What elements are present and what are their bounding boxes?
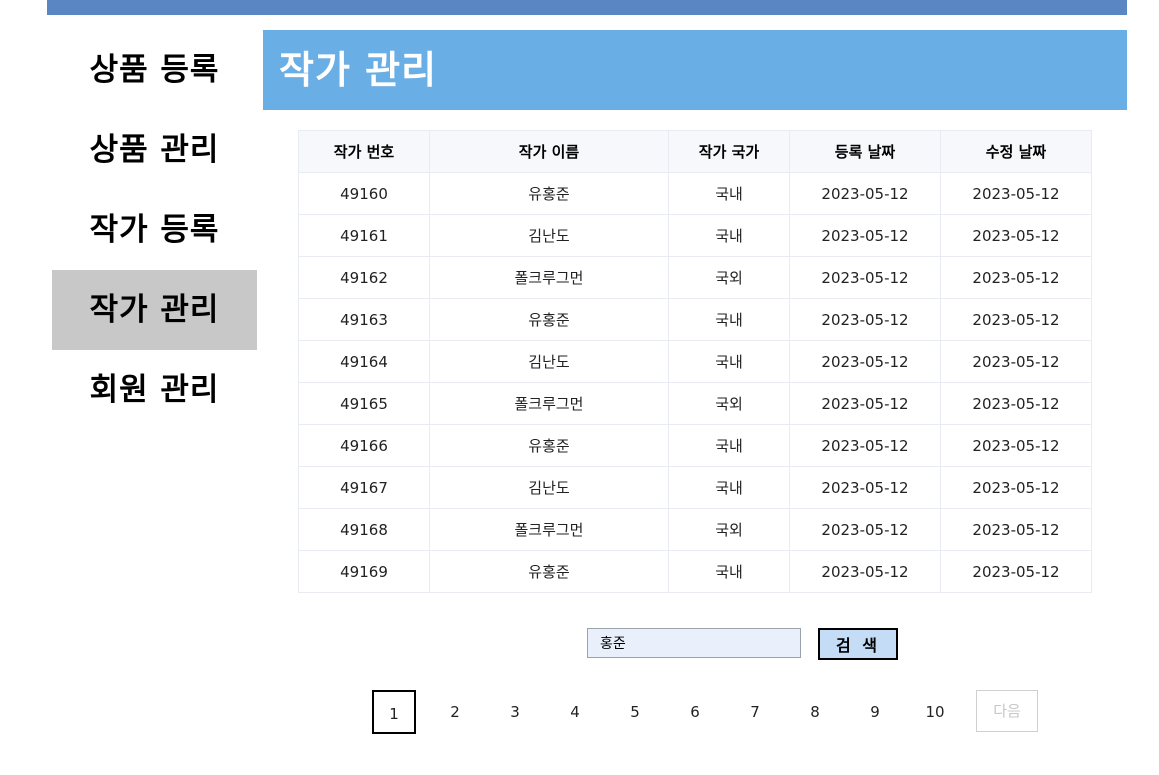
table-header-row: 작가 번호 작가 이름 작가 국가 등록 날짜 수정 날짜 — [298, 130, 1092, 173]
page-button-8[interactable]: 8 — [793, 690, 837, 734]
cell-author-name: 폴크루그먼 — [429, 256, 669, 299]
cell-registered-date: 2023-05-12 — [789, 214, 941, 257]
column-header-modified-date: 수정 날짜 — [940, 130, 1092, 173]
column-header-registered-date: 등록 날짜 — [789, 130, 941, 173]
sidebar-item-product-register[interactable]: 상품 등록 — [52, 30, 257, 110]
cell-author-id: 49161 — [298, 214, 430, 257]
cell-author-country: 국내 — [668, 172, 790, 215]
sidebar-item-author-manage[interactable]: 작가 관리 — [52, 270, 257, 350]
page-button-5[interactable]: 5 — [613, 690, 657, 734]
page-button-2[interactable]: 2 — [433, 690, 477, 734]
cell-author-id: 49160 — [298, 172, 430, 215]
table-row[interactable]: 49163 유홍준 국내 2023-05-12 2023-05-12 — [298, 298, 1092, 341]
cell-modified-date: 2023-05-12 — [940, 550, 1092, 593]
cell-author-country: 국내 — [668, 214, 790, 257]
table-row[interactable]: 49165 폴크루그먼 국외 2023-05-12 2023-05-12 — [298, 382, 1092, 425]
cell-author-name: 김난도 — [429, 214, 669, 257]
page-header: 작가 관리 — [263, 30, 1127, 110]
page-button-10[interactable]: 10 — [913, 690, 957, 734]
cell-registered-date: 2023-05-12 — [789, 424, 941, 467]
cell-registered-date: 2023-05-12 — [789, 340, 941, 383]
cell-author-name: 김난도 — [429, 340, 669, 383]
page-button-6[interactable]: 6 — [673, 690, 717, 734]
cell-author-name: 폴크루그먼 — [429, 382, 669, 425]
table-row[interactable]: 49160 유홍준 국내 2023-05-12 2023-05-12 — [298, 172, 1092, 215]
page-button-7[interactable]: 7 — [733, 690, 777, 734]
table-row[interactable]: 49161 김난도 국내 2023-05-12 2023-05-12 — [298, 214, 1092, 257]
cell-author-name: 유홍준 — [429, 424, 669, 467]
table-row[interactable]: 49168 폴크루그먼 국외 2023-05-12 2023-05-12 — [298, 508, 1092, 551]
table-row[interactable]: 49167 김난도 국내 2023-05-12 2023-05-12 — [298, 466, 1092, 509]
cell-author-country: 국내 — [668, 340, 790, 383]
table-row[interactable]: 49164 김난도 국내 2023-05-12 2023-05-12 — [298, 340, 1092, 383]
cell-author-country: 국내 — [668, 298, 790, 341]
cell-modified-date: 2023-05-12 — [940, 466, 1092, 509]
cell-modified-date: 2023-05-12 — [940, 382, 1092, 425]
cell-modified-date: 2023-05-12 — [940, 508, 1092, 551]
sidebar: 상품 등록 상품 관리 작가 등록 작가 관리 회원 관리 — [52, 30, 257, 430]
cell-author-country: 국내 — [668, 550, 790, 593]
cell-registered-date: 2023-05-12 — [789, 256, 941, 299]
author-table-container: 작가 번호 작가 이름 작가 국가 등록 날짜 수정 날짜 49160 유홍준 국내… — [298, 130, 1092, 593]
column-header-author-name: 작가 이름 — [429, 130, 669, 173]
sidebar-item-author-register[interactable]: 작가 등록 — [52, 190, 257, 270]
cell-author-name: 유홍준 — [429, 550, 669, 593]
cell-author-name: 유홍준 — [429, 298, 669, 341]
cell-modified-date: 2023-05-12 — [940, 298, 1092, 341]
cell-modified-date: 2023-05-12 — [940, 424, 1092, 467]
cell-modified-date: 2023-05-12 — [940, 172, 1092, 215]
page-button-4[interactable]: 4 — [553, 690, 597, 734]
cell-author-id: 49164 — [298, 340, 430, 383]
cell-author-id: 49166 — [298, 424, 430, 467]
cell-author-country: 국내 — [668, 424, 790, 467]
cell-author-name: 유홍준 — [429, 172, 669, 215]
page-title: 작가 관리 — [279, 48, 438, 92]
cell-modified-date: 2023-05-12 — [940, 214, 1092, 257]
cell-registered-date: 2023-05-12 — [789, 466, 941, 509]
cell-registered-date: 2023-05-12 — [789, 172, 941, 215]
table-body: 49160 유홍준 국내 2023-05-12 2023-05-12 49161 김난도 국내… — [298, 172, 1092, 593]
search-input[interactable] — [587, 628, 801, 658]
cell-registered-date: 2023-05-12 — [789, 382, 941, 425]
page-button-3[interactable]: 3 — [493, 690, 537, 734]
cell-author-id: 49167 — [298, 466, 430, 509]
table-row[interactable]: 49166 유홍준 국내 2023-05-12 2023-05-12 — [298, 424, 1092, 467]
cell-author-id: 49168 — [298, 508, 430, 551]
cell-author-id: 49162 — [298, 256, 430, 299]
cell-modified-date: 2023-05-12 — [940, 256, 1092, 299]
table-row[interactable]: 49169 유홍준 국내 2023-05-12 2023-05-12 — [298, 550, 1092, 593]
cell-author-id: 49165 — [298, 382, 430, 425]
top-accent-bar — [47, 0, 1127, 15]
cell-author-country: 국외 — [668, 382, 790, 425]
sidebar-item-member-manage[interactable]: 회원 관리 — [52, 350, 257, 430]
cell-author-id: 49163 — [298, 298, 430, 341]
cell-author-id: 49169 — [298, 550, 430, 593]
cell-author-country: 국외 — [668, 508, 790, 551]
search-button[interactable]: 검 색 — [818, 628, 898, 660]
column-header-author-id: 작가 번호 — [298, 130, 430, 173]
cell-author-country: 국내 — [668, 466, 790, 509]
author-table: 작가 번호 작가 이름 작가 국가 등록 날짜 수정 날짜 49160 유홍준 국내… — [298, 130, 1092, 593]
cell-author-country: 국외 — [668, 256, 790, 299]
cell-registered-date: 2023-05-12 — [789, 298, 941, 341]
sidebar-item-product-manage[interactable]: 상품 관리 — [52, 110, 257, 190]
cell-modified-date: 2023-05-12 — [940, 340, 1092, 383]
cell-author-name: 폴크루그먼 — [429, 508, 669, 551]
next-page-button[interactable]: 다음 — [976, 690, 1038, 732]
cell-registered-date: 2023-05-12 — [789, 508, 941, 551]
table-row[interactable]: 49162 폴크루그먼 국외 2023-05-12 2023-05-12 — [298, 256, 1092, 299]
column-header-author-country: 작가 국가 — [668, 130, 790, 173]
cell-registered-date: 2023-05-12 — [789, 550, 941, 593]
cell-author-name: 김난도 — [429, 466, 669, 509]
page-button-1[interactable]: 1 — [372, 690, 416, 734]
page-button-9[interactable]: 9 — [853, 690, 897, 734]
